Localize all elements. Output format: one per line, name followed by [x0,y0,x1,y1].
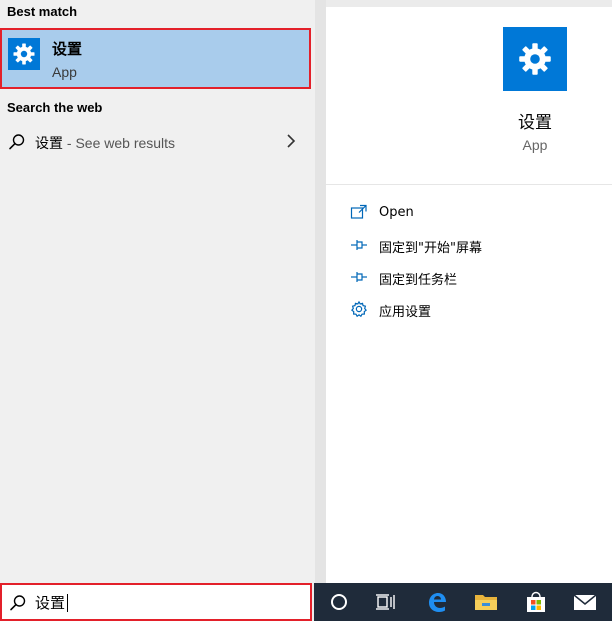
edge-button[interactable] [414,583,460,621]
action-open[interactable]: Open [326,197,612,229]
detail-title: 设置 [518,113,552,133]
task-view-button[interactable] [362,583,408,621]
store-icon [527,591,545,612]
action-pin-to-start[interactable]: 固定到"开始"屏幕 [326,229,612,261]
chevron-right-icon[interactable] [284,133,298,153]
store-button[interactable] [513,583,559,621]
search-icon [9,594,27,616]
pane-divider [315,0,326,583]
action-pin-to-taskbar[interactable]: 固定到任务栏 [326,261,612,293]
task-view-icon [376,594,395,610]
taskbar [314,583,612,621]
settings-app-tile [8,38,40,70]
action-app-settings[interactable]: 应用设置 [326,293,612,325]
search-input[interactable] [35,590,295,614]
file-explorer-button[interactable] [463,583,509,621]
web-header: Search the web [7,100,103,115]
open-icon [350,204,368,222]
cortana-icon [331,594,347,610]
search-box[interactable] [0,583,312,621]
text-caret [67,594,68,612]
best-match-name: 设置 [52,40,83,58]
web-result-query: 设置 [35,136,63,152]
web-result-suffix: - See web results [63,135,176,151]
search-icon [8,133,26,155]
best-match-header: Best match [7,4,78,19]
detail-header: 设置 App [326,7,612,185]
edge-icon [429,593,446,612]
gear-icon [350,300,368,318]
best-match-result[interactable]: 设置 App [0,28,311,89]
detail-subtitle: App [522,137,548,153]
results-pane: Best match 设置 App Search the web 设置 - Se… [0,0,315,583]
web-result-label: 设置 - See web results [35,133,175,153]
gear-icon [519,43,551,75]
action-app-settings-label: 应用设置 [379,305,432,320]
best-match-type: App [52,64,77,80]
start-search-window: Best match 设置 App Search the web 设置 - Se… [0,0,612,621]
mail-button[interactable] [562,583,608,621]
action-pin-start-label: 固定到"开始"屏幕 [379,241,482,256]
pin-icon [350,236,368,254]
action-list: Open 固定到"开始"屏幕 固定到任务栏 应用设置 [326,197,612,325]
mail-icon [573,594,597,610]
detail-pane: 设置 App Open 固定到"开始"屏幕 固定到任务栏 应用设置 [326,7,612,583]
detail-app-tile [503,27,567,91]
action-pin-taskbar-label: 固定到任务栏 [379,273,458,288]
file-explorer-icon [475,595,497,610]
web-result-item[interactable]: 设置 - See web results [0,124,315,160]
pin-icon [350,268,368,286]
cortana-button[interactable] [316,583,362,621]
gear-icon [13,43,35,65]
action-open-label: Open [379,205,414,220]
